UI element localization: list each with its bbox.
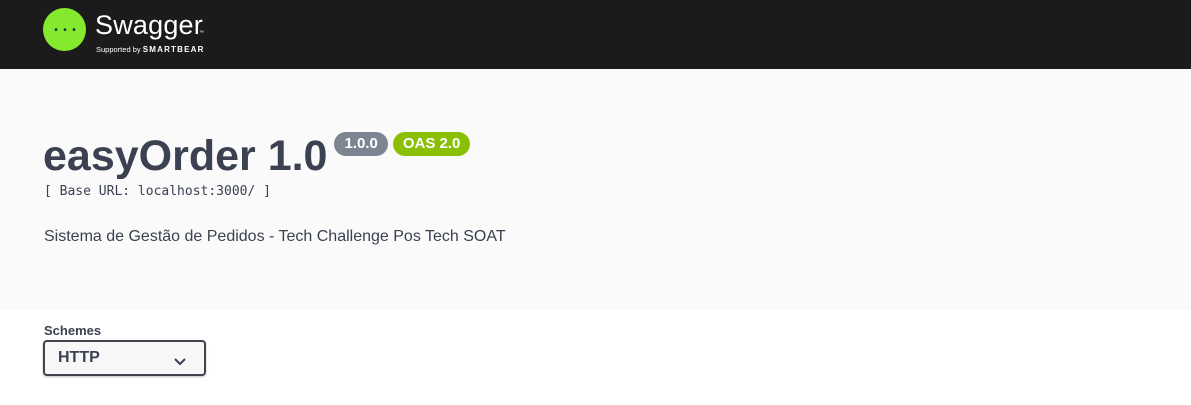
schemes-label: Schemes [44,323,102,338]
supported-by-label: Supported by SMARTBEAR [96,45,205,55]
schemes-select[interactable]: HTTP [43,340,206,376]
api-title: easyOrder 1.0 [43,132,328,180]
api-info-panel: easyOrder 1.0 1.0.0 OAS 2.0 [ Base URL: … [0,69,1191,310]
chevron-down-icon [174,353,186,371]
supported-prefix: Supported by [96,45,143,54]
swagger-logo-link[interactable]: {···} Swagger ™ Supported by SMARTBEAR [43,8,205,60]
api-description: Sistema de Gestão de Pedidos - Tech Chal… [44,228,506,245]
svg-text:{···}: {···} [51,21,79,39]
smartbear-brand: SMARTBEAR [142,45,205,54]
swagger-braces-icon: {···} [43,8,86,51]
base-url: [ Base URL: localhost:3000/ ] [44,184,271,199]
logo-text: Swagger ™ Supported by SMARTBEAR [95,8,205,55]
title-row: easyOrder 1.0 1.0.0 OAS 2.0 [43,131,471,181]
schemes-selected-value: HTTP [58,349,100,366]
oas-version-badge: OAS 2.0 [392,132,471,156]
version-badge: 1.0.0 [334,132,388,156]
top-bar: {···} Swagger ™ Supported by SMARTBEAR [0,0,1191,69]
logo-trademark: ™ [199,30,204,36]
logo-name: Swagger [95,10,203,40]
